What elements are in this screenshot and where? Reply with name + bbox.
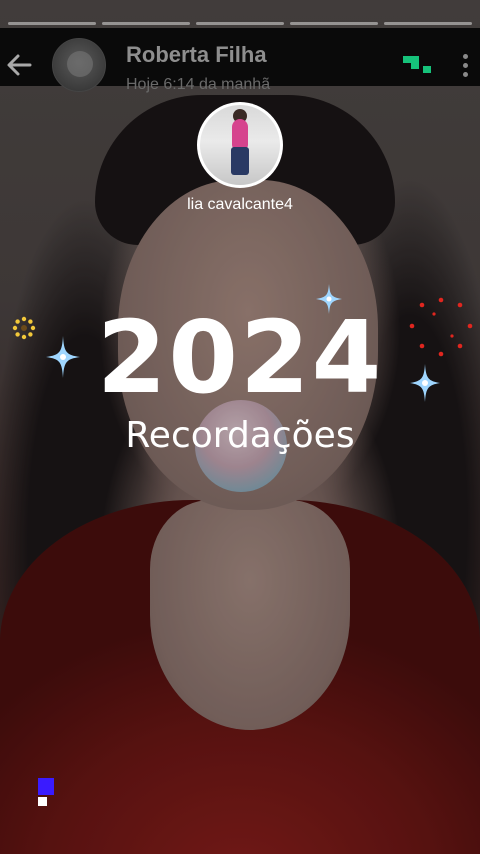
story-username[interactable]: lia cavalcante4 xyxy=(0,196,480,214)
arrow-left-icon xyxy=(7,54,32,76)
status-header: Roberta Filha Hoje 6:14 da manhã xyxy=(0,28,480,93)
year-title: 2024 xyxy=(96,299,384,416)
contact-avatar[interactable] xyxy=(52,38,106,92)
photo-figure xyxy=(232,119,248,149)
more-options-button[interactable] xyxy=(458,54,472,84)
progress-segment xyxy=(8,22,96,25)
status-progress-bar xyxy=(0,22,480,25)
white-square-decoration xyxy=(38,797,47,806)
photo-legs xyxy=(231,147,249,175)
status-timestamp: Hoje 6:14 da manhã xyxy=(126,76,271,93)
blue-square-decoration xyxy=(38,778,54,795)
more-vertical-dot xyxy=(462,72,468,77)
more-vertical-icon xyxy=(462,54,468,59)
progress-segment xyxy=(102,22,190,25)
progress-segment xyxy=(196,22,284,25)
progress-segment xyxy=(290,22,378,25)
contact-name[interactable]: Roberta Filha xyxy=(126,42,267,68)
status-view: Roberta Filha Hoje 6:14 da manhã lia cav… xyxy=(0,0,480,854)
back-button[interactable] xyxy=(4,50,34,80)
memories-subtitle: Recordações xyxy=(125,415,355,456)
more-vertical-dot xyxy=(462,63,468,68)
story-user-avatar[interactable] xyxy=(197,102,283,188)
story-user-photo xyxy=(200,105,280,185)
pixel-decoration xyxy=(403,56,433,76)
progress-segment xyxy=(384,22,472,25)
